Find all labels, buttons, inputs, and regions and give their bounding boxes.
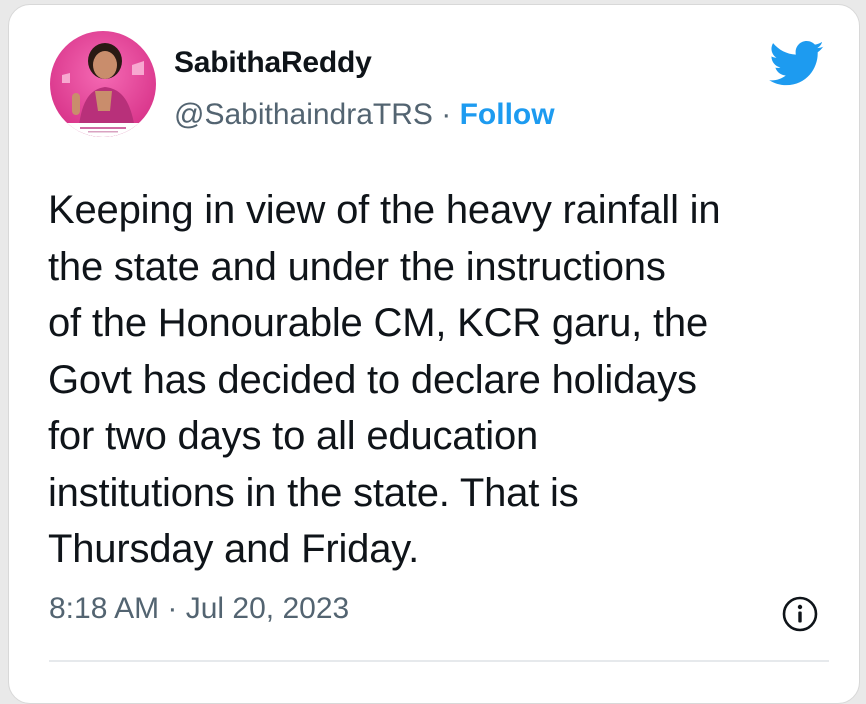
tweet-timestamp[interactable]: 8:18 AM · Jul 20, 2023 xyxy=(49,592,349,626)
author-handle-row: @SabithaindraTRS · Follow xyxy=(174,98,555,132)
separator-dot: · xyxy=(441,98,452,131)
author-name[interactable]: SabithaReddy xyxy=(174,46,372,80)
author-handle[interactable]: @SabithaindraTRS xyxy=(174,98,433,131)
info-icon[interactable] xyxy=(781,595,819,633)
divider xyxy=(49,660,829,662)
tweet-text: Keeping in view of the heavy rainfall in… xyxy=(48,188,721,571)
follow-button[interactable]: Follow xyxy=(460,98,555,131)
twitter-bird-icon[interactable] xyxy=(769,41,825,87)
avatar-image xyxy=(50,31,156,137)
avatar[interactable] xyxy=(50,31,156,137)
tweet-card: SabithaReddy @SabithaindraTRS · Follow K… xyxy=(8,4,860,704)
